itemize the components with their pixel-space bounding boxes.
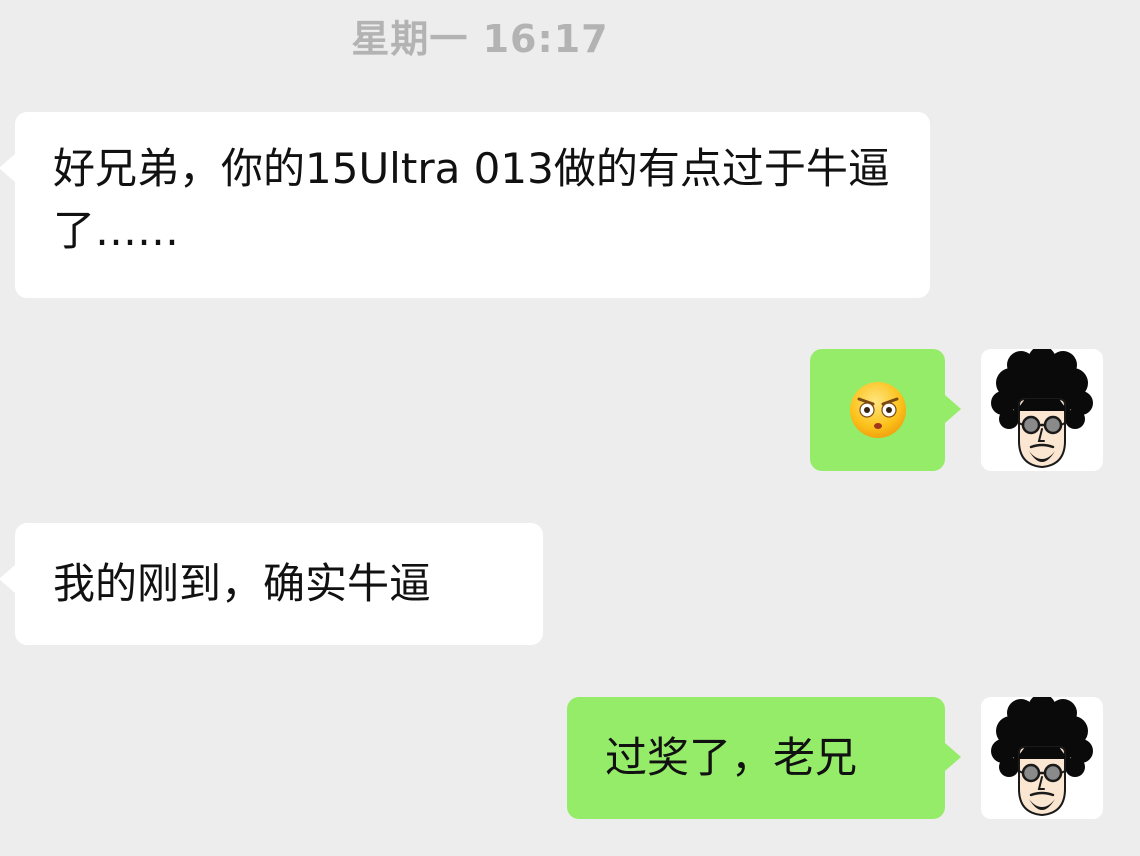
message-text: 过奖了，老兄: [605, 733, 858, 782]
afro-sunglasses-avatar-icon: [991, 349, 1093, 469]
chat-timestamp: 星期一 16:17: [351, 17, 609, 61]
flushed-face-emoji-icon: [849, 382, 906, 438]
afro-sunglasses-avatar-icon: [991, 697, 1093, 817]
outgoing-message-bubble[interactable]: 过奖了，老兄: [567, 697, 961, 819]
incoming-message-bubble[interactable]: 我的刚到，确实牛逼: [0, 523, 543, 645]
message-text: 好兄弟，你的15Ultra 013做的有点过于牛逼了……: [53, 144, 890, 255]
outgoing-message-bubble[interactable]: [810, 349, 961, 471]
incoming-message-bubble[interactable]: 好兄弟，你的15Ultra 013做的有点过于牛逼了……: [0, 112, 930, 298]
user-avatar[interactable]: [981, 349, 1103, 471]
message-text: 我的刚到，确实牛逼: [53, 559, 432, 608]
user-avatar[interactable]: [981, 697, 1103, 819]
